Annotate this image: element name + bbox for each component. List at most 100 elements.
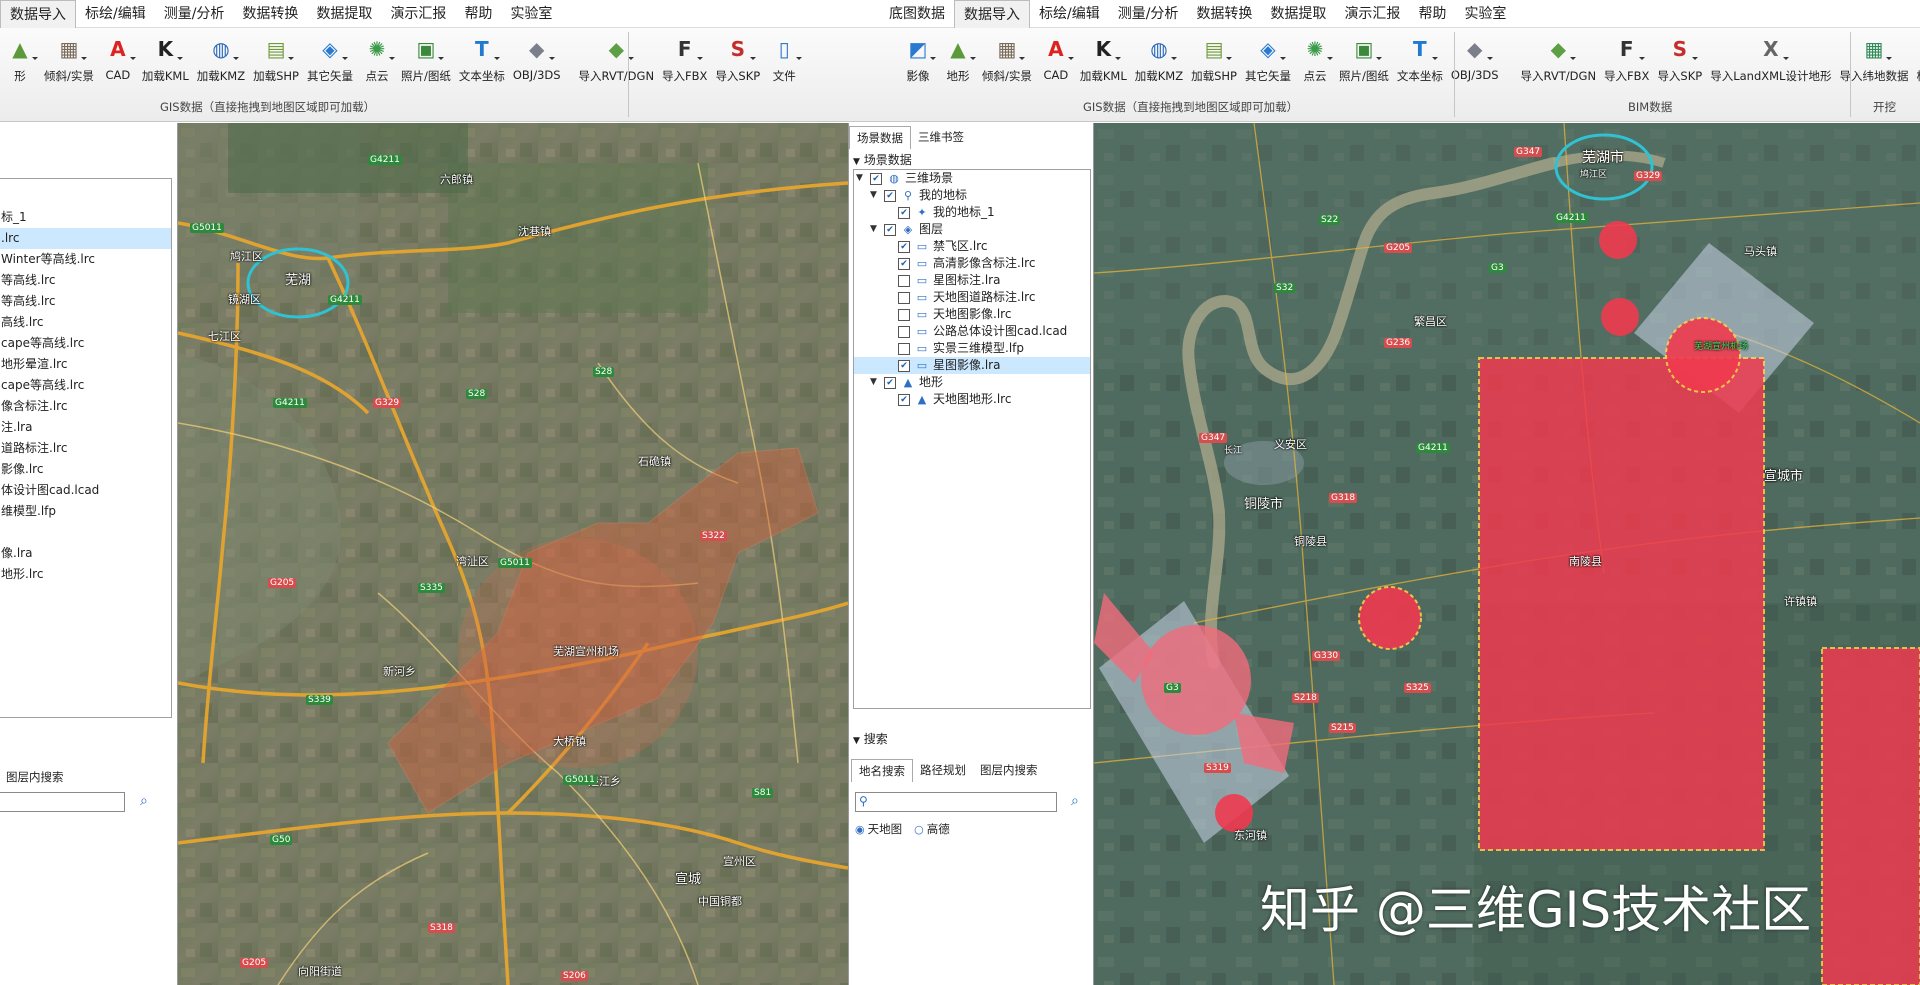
layer-checkbox[interactable] (898, 274, 910, 287)
layer-checkbox[interactable] (898, 240, 910, 253)
tree-item[interactable]: 道路标注.lrc (0, 438, 171, 459)
tool-button[interactable]: ▦ 倾斜/实景 (978, 32, 1036, 94)
layer-checkbox[interactable] (898, 308, 910, 321)
expand-icon[interactable]: ▼ (856, 170, 870, 187)
tool-button[interactable]: ▦ 倾斜/实景 (40, 32, 98, 94)
search-tab[interactable]: 路径规划 (913, 759, 973, 782)
menu-tab[interactable]: 标绘/编辑 (76, 0, 155, 28)
tree-item[interactable]: 等高线.lrc (0, 270, 171, 291)
tree-item[interactable]: Winter等高线.lrc (0, 249, 171, 270)
layer-checkbox[interactable] (898, 257, 910, 270)
scene-tree-item[interactable]: ▼ ⚲ 我的地标 (854, 187, 1090, 204)
tree-item[interactable]: 地形.lrc (0, 564, 171, 585)
layer-checkbox[interactable] (898, 359, 910, 372)
menu-tab[interactable]: 数据提取 (1261, 0, 1335, 28)
expand-icon[interactable]: ▼ (870, 374, 884, 391)
scene-tree-item[interactable]: ▭ 星图标注.lra (854, 272, 1090, 289)
tool-button[interactable]: K 加载KML (138, 32, 193, 94)
scene-tree-item[interactable]: ▭ 公路总体设计图cad.lcad (854, 323, 1090, 340)
tool-button[interactable]: ▣ 照片/图纸 (1335, 32, 1393, 94)
layer-checkbox[interactable] (898, 325, 910, 338)
tool-button[interactable]: ◍ 加载KMZ (193, 32, 249, 94)
search-icon[interactable]: ⌕ (140, 793, 148, 809)
scene-tree-item[interactable]: ▭ 高清影像含标注.lrc (854, 255, 1090, 272)
layer-checkbox[interactable] (898, 342, 910, 355)
menu-tab[interactable]: 数据导入 (954, 0, 1030, 28)
search-icon[interactable]: ⌕ (1071, 793, 1079, 809)
tree-item[interactable]: .lrc (0, 228, 171, 249)
tool-button[interactable]: ▯ 文件 (764, 32, 804, 94)
tool-button[interactable]: X 导入LandXML设计地形 (1706, 32, 1835, 94)
tool-button[interactable]: S 导入SKP (711, 32, 764, 94)
tool-button[interactable]: ◈ 其它矢量 (1241, 32, 1295, 94)
tool-button[interactable]: ◈ 其它矢量 (303, 32, 357, 94)
scene-tree-item[interactable]: ✦ 我的地标_1 (854, 204, 1090, 221)
scene-tree-item[interactable]: ▲ 天地图地形.lrc (854, 391, 1090, 408)
menu-tab[interactable]: 数据提取 (307, 0, 381, 28)
menu-tab[interactable]: 底图数据 (880, 0, 954, 28)
menu-tab[interactable]: 实验室 (501, 0, 561, 28)
menu-tab[interactable]: 演示汇报 (1335, 0, 1409, 28)
scene-tree-item[interactable]: ▼ ◍ 三维场景 (854, 170, 1090, 187)
layer-checkbox[interactable] (870, 172, 882, 185)
tool-button[interactable]: T 文本坐标 (455, 32, 509, 94)
menu-tab[interactable]: 测量/分析 (155, 0, 234, 28)
layer-checkbox[interactable] (884, 189, 896, 202)
search-tab[interactable]: 地名搜索 (851, 759, 913, 782)
menu-tab[interactable]: 演示汇报 (381, 0, 455, 28)
map-source-radio[interactable]: ◉ 天地图 (855, 821, 902, 837)
scene-tree-item[interactable]: ▭ 星图影像.lra (854, 357, 1090, 374)
tree-item[interactable]: cape等高线.lrc (0, 333, 171, 354)
panel-tab[interactable]: 三维书签 (911, 126, 971, 149)
menu-tab[interactable]: 测量/分析 (1109, 0, 1188, 28)
tool-button[interactable]: ▲ 地形 (938, 32, 978, 94)
tree-item[interactable]: 注.lra (0, 417, 171, 438)
layer-checkbox[interactable] (884, 376, 896, 389)
menu-tab[interactable]: 数据转换 (1187, 0, 1261, 28)
tool-button[interactable]: ◆ 导入RVT/DGN (1517, 32, 1601, 94)
tree-item[interactable]: 像.lra (0, 543, 171, 564)
tool-button[interactable]: ✺ 点云 (1295, 32, 1335, 94)
tool-button[interactable]: A CAD (98, 32, 138, 94)
tab-layer-search[interactable]: 图层内搜索 (0, 766, 71, 788)
tool-button[interactable]: ◩ 影像 (898, 32, 938, 94)
tree-item[interactable]: 维模型.lfp (0, 501, 171, 522)
tree-item[interactable]: 地形晕渲.lrc (0, 354, 171, 375)
tool-button[interactable]: ▤ 加载SHP (249, 32, 303, 94)
right-map-view[interactable]: 芜湖市 铜陵市 宣城市 鸠江区 长江 繁昌区 南陵县 马头镇 许镇镇 铜陵县 义… (1094, 123, 1920, 985)
tree-item[interactable]: 高线.lrc (0, 312, 171, 333)
menu-tab[interactable]: 帮助 (455, 0, 501, 28)
map-source-radio[interactable]: ○ 高德 (914, 821, 950, 837)
tree-item[interactable]: cape等高线.lrc (0, 375, 171, 396)
tool-button[interactable]: ▲ 形 (0, 32, 40, 94)
scene-tree-item[interactable]: ▭ 天地图道路标注.lrc (854, 289, 1090, 306)
scene-tree-item[interactable]: ▭ 实景三维模型.lfp (854, 340, 1090, 357)
tool-button[interactable]: ◍ 加载KMZ (1131, 32, 1187, 94)
tool-button[interactable]: T 文本坐标 (1393, 32, 1447, 94)
scene-tree-item[interactable]: ▭ 天地图影像.lrc (854, 306, 1090, 323)
layer-checkbox[interactable] (898, 291, 910, 304)
tool-button[interactable]: F 导入FBX (658, 32, 711, 94)
tree-item[interactable]: 标_1 (0, 207, 171, 228)
left-map-view[interactable]: 芜湖 镜湖区 七江区 鸠江区 宣城 芜湖宣州机场 石硊镇 楚江乡 湾沚区 六郎镇… (178, 123, 848, 985)
scene-tree-item[interactable]: ▭ 禁飞区.lrc (854, 238, 1090, 255)
menu-tab[interactable]: 数据转换 (233, 0, 307, 28)
tool-button[interactable]: ◆ OBJ/3DS (1447, 32, 1503, 94)
tool-button[interactable]: S 导入SKP (1653, 32, 1706, 94)
expand-icon[interactable]: ▼ (870, 187, 884, 204)
menu-tab[interactable]: 标绘/编辑 (1030, 0, 1109, 28)
expand-icon[interactable]: ▼ (870, 221, 884, 238)
place-search-input[interactable]: ⚲ (855, 792, 1057, 812)
menu-tab[interactable]: 数据导入 (0, 0, 76, 28)
layer-checkbox[interactable] (898, 206, 910, 219)
tool-button[interactable]: ▤ 加载SHP (1187, 32, 1241, 94)
tool-button[interactable]: 3桩号生成 (1912, 32, 1920, 94)
layer-checkbox[interactable] (898, 393, 910, 406)
tool-button[interactable]: ◆ 导入RVT/DGN (575, 32, 659, 94)
tool-button[interactable]: K 加载KML (1076, 32, 1131, 94)
tree-item[interactable]: 影像.lrc (0, 459, 171, 480)
tool-button[interactable]: ✺ 点云 (357, 32, 397, 94)
tree-item[interactable]: 体设计图cad.lcad (0, 480, 171, 501)
panel-tab[interactable]: 场景数据 (849, 126, 911, 149)
left-search-input[interactable] (0, 792, 125, 812)
